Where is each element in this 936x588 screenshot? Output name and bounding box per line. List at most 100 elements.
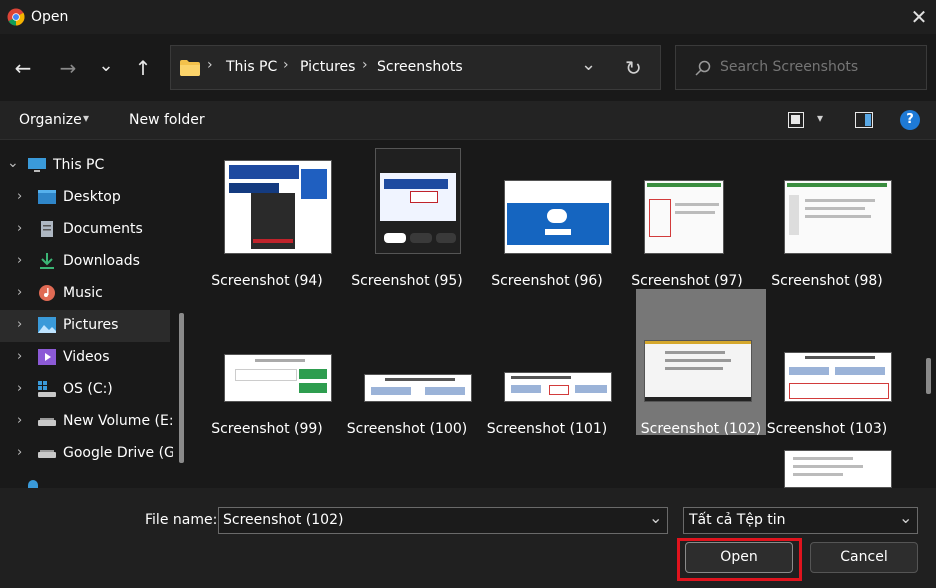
sidebar-item-label: Google Drive (G: [63, 445, 173, 461]
sidebar-scrollbar[interactable]: [179, 313, 184, 463]
sidebar-item-label: Desktop: [63, 189, 121, 205]
title-bar: Open ✕: [0, 0, 936, 34]
toolbar: Organize ▾ New folder ▾ ?: [0, 101, 936, 140]
file-name-input[interactable]: Screenshot (102): [223, 512, 343, 528]
sidebar-item-label: This PC: [53, 157, 105, 173]
thumbnail: [364, 374, 472, 402]
breadcrumb-screenshots[interactable]: Screenshots: [377, 59, 463, 75]
sidebar-item-label: OS (C:): [63, 381, 113, 397]
change-view-icon[interactable]: [788, 112, 804, 128]
file-tile-screenshot-102[interactable]: Screenshot (102): [636, 300, 766, 440]
search-icon: [695, 60, 711, 76]
download-icon: [40, 253, 54, 269]
refresh-button[interactable]: ↻: [625, 56, 642, 80]
sidebar-item-music[interactable]: › Music: [0, 278, 170, 310]
close-button[interactable]: ✕: [906, 4, 932, 30]
chevron-right-icon[interactable]: ›: [17, 445, 22, 460]
address-dropdown-icon[interactable]: ⌄: [581, 54, 596, 75]
back-button[interactable]: ←: [10, 55, 36, 81]
cancel-button[interactable]: Cancel: [810, 542, 918, 573]
breadcrumb-this-pc[interactable]: This PC: [226, 59, 277, 75]
search-input[interactable]: [720, 57, 910, 77]
partial-thumbnail[interactable]: [784, 450, 892, 488]
desktop-icon: [38, 190, 56, 204]
new-folder-button[interactable]: New folder: [129, 112, 205, 128]
sidebar-item-label: Music: [63, 285, 103, 301]
file-name: Screenshot (100): [346, 421, 468, 437]
file-tile-screenshot-95[interactable]: Screenshot (95): [342, 148, 472, 292]
sidebar-item-new-volume-e[interactable]: › New Volume (E:): [0, 406, 173, 438]
sidebar-item-google-drive-g[interactable]: › Google Drive (G: [0, 438, 173, 470]
chevron-right-icon[interactable]: ›: [17, 413, 22, 428]
help-icon[interactable]: ?: [900, 110, 920, 130]
preview-pane-icon[interactable]: [855, 112, 873, 128]
navigation-pane: ⌄ This PC › Desktop › Documents › Downlo…: [0, 140, 193, 490]
chevron-right-icon[interactable]: ›: [17, 221, 22, 236]
pictures-icon: [38, 317, 56, 333]
sidebar-item-label: Videos: [63, 349, 110, 365]
breadcrumb-pictures[interactable]: Pictures: [300, 59, 355, 75]
sidebar-item-videos[interactable]: › Videos: [0, 342, 170, 374]
file-name: Screenshot (95): [351, 273, 463, 289]
recent-locations-button[interactable]: ⌄: [93, 53, 119, 79]
breadcrumb-separator: ›: [362, 57, 368, 73]
window-title: Open: [31, 9, 69, 25]
file-name: Screenshot (101): [486, 421, 608, 437]
file-name-label: File name:: [145, 512, 218, 528]
chevron-right-icon[interactable]: ›: [17, 253, 22, 268]
sidebar-item-label: Documents: [63, 221, 143, 237]
thumbnail: [644, 340, 752, 402]
chevron-right-icon[interactable]: ›: [17, 317, 22, 332]
sidebar-item-this-pc[interactable]: ⌄ This PC: [0, 150, 170, 182]
open-button[interactable]: Open: [685, 542, 793, 573]
file-tile-screenshot-100[interactable]: Screenshot (100): [342, 300, 472, 440]
file-tile-screenshot-98[interactable]: Screenshot (98): [762, 152, 892, 292]
file-name: Screenshot (98): [771, 273, 883, 289]
file-name-combobox[interactable]: Screenshot (102) ⌄: [218, 507, 668, 534]
file-type-value: Tất cả Tệp tin: [689, 512, 786, 528]
sidebar-item-pictures[interactable]: › Pictures: [0, 310, 170, 342]
monitor-icon: [28, 158, 46, 172]
file-tile-screenshot-97[interactable]: Screenshot (97): [622, 152, 752, 292]
drive-icon: [38, 450, 56, 458]
file-type-select[interactable]: Tất cả Tệp tin ⌄: [683, 507, 918, 534]
thumbnail: [784, 352, 892, 402]
chevron-down-icon[interactable]: ⌄: [899, 508, 912, 527]
chevron-down-icon[interactable]: ⌄: [7, 155, 19, 171]
file-name: Screenshot (102): [640, 421, 762, 437]
sidebar-item-documents[interactable]: › Documents: [0, 214, 170, 246]
breadcrumb-separator: ›: [207, 57, 213, 73]
chevron-right-icon[interactable]: ›: [17, 349, 22, 364]
file-tile-screenshot-94[interactable]: Screenshot (94): [202, 152, 332, 292]
content-scrollbar[interactable]: [926, 358, 931, 394]
view-caret-icon[interactable]: ▾: [817, 111, 823, 125]
file-tile-screenshot-99[interactable]: Screenshot (99): [202, 300, 332, 440]
search-box[interactable]: [675, 45, 927, 90]
address-bar[interactable]: › This PC › Pictures › Screenshots ⌄ ↻: [170, 45, 661, 90]
thumbnail: [644, 180, 724, 254]
breadcrumb-separator: ›: [283, 57, 289, 73]
file-tile-screenshot-101[interactable]: Screenshot (101): [482, 300, 612, 440]
folder-icon: [180, 60, 200, 76]
chevron-right-icon[interactable]: ›: [17, 189, 22, 204]
sidebar-item-downloads[interactable]: › Downloads: [0, 246, 170, 278]
chevron-down-icon[interactable]: ⌄: [649, 508, 662, 527]
organize-caret-icon[interactable]: ▾: [83, 111, 89, 125]
forward-button[interactable]: →: [55, 55, 81, 81]
file-name: Screenshot (103): [766, 421, 888, 437]
organize-button[interactable]: Organize: [19, 112, 82, 128]
thumbnail: [504, 180, 612, 254]
file-name: Screenshot (94): [211, 273, 323, 289]
thumbnail: [504, 372, 612, 402]
sidebar-item-os-c[interactable]: › OS (C:): [0, 374, 170, 406]
thumbnail: [375, 148, 461, 254]
file-tile-screenshot-96[interactable]: Screenshot (96): [482, 152, 612, 292]
up-button[interactable]: ↑: [130, 55, 156, 81]
file-tile-screenshot-103[interactable]: Screenshot (103): [762, 300, 892, 440]
sidebar-item-desktop[interactable]: › Desktop: [0, 182, 170, 214]
thumbnail: [784, 180, 892, 254]
chevron-right-icon[interactable]: ›: [17, 381, 22, 396]
chevron-right-icon[interactable]: ›: [17, 285, 22, 300]
file-name: Screenshot (97): [631, 273, 743, 289]
bottom-panel: File name: Screenshot (102) ⌄ Tất cả Tệp…: [0, 488, 936, 588]
